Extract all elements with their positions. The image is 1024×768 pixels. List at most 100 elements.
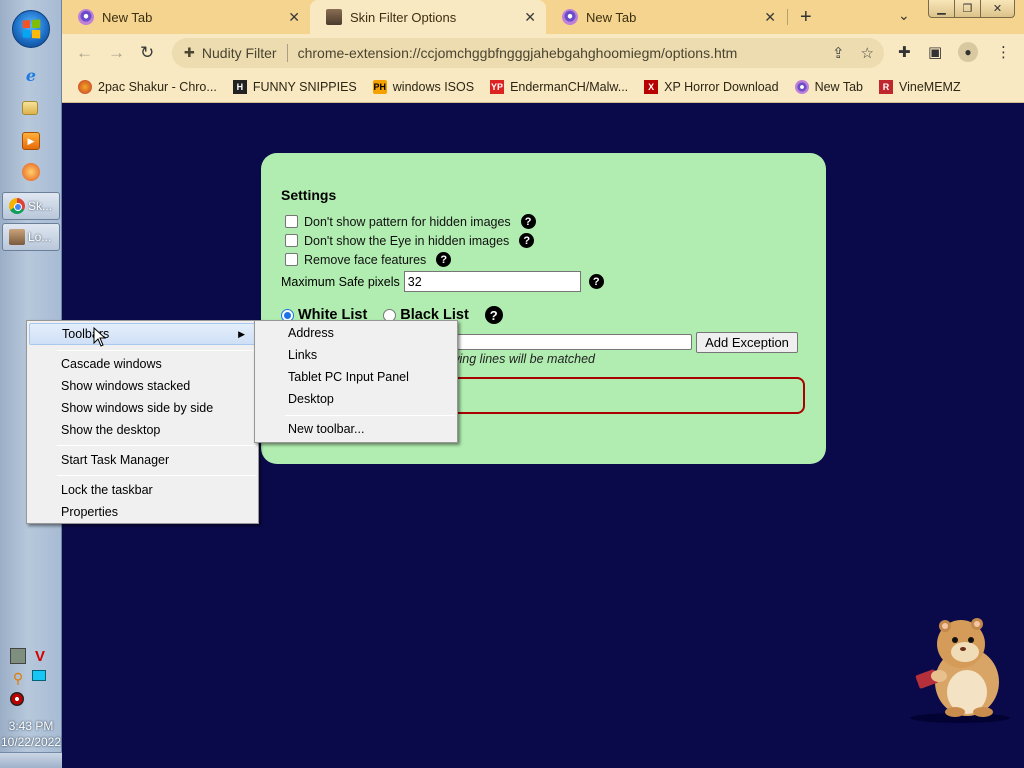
bookmark-favicon-icon [78,79,92,94]
new-tab-button[interactable]: + [800,6,812,29]
back-arrow-icon[interactable]: ← [76,43,93,63]
tab-title: New Tab [586,9,637,25]
bookmark-item[interactable]: New Tab [794,79,863,94]
option-label: Don't show the Eye in hidden images [304,233,510,248]
menu-item-properties[interactable]: Properties [29,501,256,523]
kebab-menu-icon[interactable]: ⋮ [996,43,1011,61]
tab-new-tab-2[interactable]: New Tab ✕ [546,0,786,34]
tab-title: New Tab [102,9,153,25]
puzzle-icon: ✚ [184,45,195,60]
bookmark-label: EndermanCH/Malw... [510,79,629,94]
help-icon[interactable]: ? [588,274,604,289]
taskbar-task-lo[interactable]: Lo... [2,223,60,251]
url-text[interactable]: chrome-extension://ccjomchggbfngggjahebg… [298,45,738,61]
reload-icon[interactable]: ↻ [140,43,154,63]
help-icon[interactable]: ? [519,233,535,248]
task-label: Sk... [28,199,53,213]
search-icon[interactable]: ⚲ [10,670,26,686]
help-icon[interactable]: ? [484,306,503,324]
bookmark-label: FUNNY SNIPPIES [252,79,357,94]
tab-favicon-icon [562,9,578,25]
bookmark-item[interactable]: H FUNNY SNIPPIES [232,79,357,94]
menu-separator [285,415,455,416]
extension-chip[interactable]: ✚ Nudity Filter [184,45,277,61]
minimize-button[interactable]: ▁ [928,0,955,18]
clock[interactable]: 3:43 PM 10/22/2022 [0,718,62,750]
bookmark-item[interactable]: R VineMEMZ [879,79,961,94]
option-label: Don't show pattern for hidden images [304,214,511,229]
submenu-item-address[interactable]: Address [257,322,455,344]
menu-item-show-the-desktop[interactable]: Show the desktop [29,419,256,441]
show-desktop-button[interactable] [0,752,62,768]
bookmark-label: 2pac Shakur - Chro... [98,79,217,94]
chevron-down-icon[interactable]: ⌄ [898,7,910,24]
menu-item-start-task-manager[interactable]: Start Task Manager [29,449,256,471]
divider [286,44,288,62]
help-icon[interactable]: ? [520,214,536,229]
tab-new-tab-1[interactable]: New Tab ✕ [62,0,310,34]
close-icon[interactable]: ✕ [764,9,776,26]
browser-toolbar: ← → ↻ ✚ Nudity Filter chrome-extension:/… [62,34,1024,71]
antivirus-icon[interactable]: V [32,648,48,665]
option-hide-eye: Don't show the Eye in hidden images ? [285,233,535,248]
folder-icon[interactable] [22,101,38,115]
extensions-puzzle-icon[interactable]: ✚ [898,43,911,61]
profile-avatar-icon[interactable]: ● [958,42,978,62]
app-icon[interactable] [22,163,40,181]
menu-item-lock-the-taskbar[interactable]: Lock the taskbar [29,479,256,501]
bookmark-item[interactable]: 2pac Shakur - Chro... [78,79,217,94]
speaker-icon[interactable] [10,692,24,706]
menu-item-show-windows-side-by-side[interactable]: Show windows side by side [29,397,256,419]
menu-separator [57,350,256,351]
option-hide-pattern: Don't show pattern for hidden images ? [285,214,536,229]
bookmark-item[interactable]: PH windows ISOS [372,79,474,94]
checkbox[interactable] [285,234,298,247]
internet-explorer-icon[interactable]: e [22,66,40,85]
close-window-button[interactable]: ✕ [980,0,1015,18]
checkbox[interactable] [285,253,298,266]
submenu-arrow-icon: ▶ [238,329,245,339]
share-icon[interactable]: ⇪ [832,44,845,62]
monitor-icon[interactable] [32,670,46,681]
taskbar-task-chrome[interactable]: Sk... [2,192,60,220]
tab-favicon-icon [78,9,94,25]
windows-logo-icon [22,19,41,39]
start-button[interactable] [12,10,50,48]
menu-item-cascade-windows[interactable]: Cascade windows [29,353,256,375]
side-panel-icon[interactable]: ▣ [928,43,942,61]
tab-title: Skin Filter Options [350,9,457,25]
bookmark-favicon-icon: X [644,79,659,94]
add-exception-button[interactable]: Add Exception [696,332,798,353]
menu-item-toolbars[interactable]: Toolbars ▶ [29,323,256,345]
extension-chip-label: Nudity Filter [201,45,277,61]
bookmark-favicon-icon [794,79,809,94]
toolbars-submenu: Address Links Tablet PC Input Panel Desk… [254,320,458,443]
taskbar-context-menu: Toolbars ▶ Cascade windows Show windows … [26,320,259,524]
checkbox[interactable] [285,215,298,228]
tab-skin-filter-options[interactable]: Skin Filter Options ✕ [310,0,546,34]
forward-arrow-icon[interactable]: → [108,43,125,63]
max-safe-pixels-input[interactable] [403,271,581,292]
star-icon[interactable]: ☆ [861,44,874,62]
network-icon[interactable] [10,648,26,664]
media-player-icon[interactable]: ▶ [22,132,40,150]
address-bar[interactable]: ✚ Nudity Filter chrome-extension://ccjom… [172,38,884,68]
close-icon[interactable]: ✕ [524,9,536,26]
bookmark-label: XP Horror Download [664,79,779,94]
bookmark-label: New Tab [814,79,863,94]
help-icon[interactable]: ? [436,252,452,267]
bookmark-item[interactable]: YP EndermanCH/Malw... [490,79,629,94]
maximize-button[interactable]: ❐ [954,0,981,18]
submenu-item-links[interactable]: Links [257,344,455,366]
submenu-item-desktop[interactable]: Desktop [257,388,455,410]
tab-favicon-icon [326,9,342,25]
menu-item-show-windows-stacked[interactable]: Show windows stacked [29,375,256,397]
submenu-item-new-toolbar[interactable]: New toolbar... [257,418,455,440]
close-icon[interactable]: ✕ [288,9,300,26]
submenu-item-tablet-pc-input-panel[interactable]: Tablet PC Input Panel [257,366,455,388]
clock-time: 3:43 PM [8,719,54,733]
bookmark-item[interactable]: X XP Horror Download [644,79,779,94]
bookmark-favicon-icon: H [232,79,247,94]
omnibox-actions: ⇪ ☆ [832,44,874,62]
option-label: Remove face features [304,252,427,267]
